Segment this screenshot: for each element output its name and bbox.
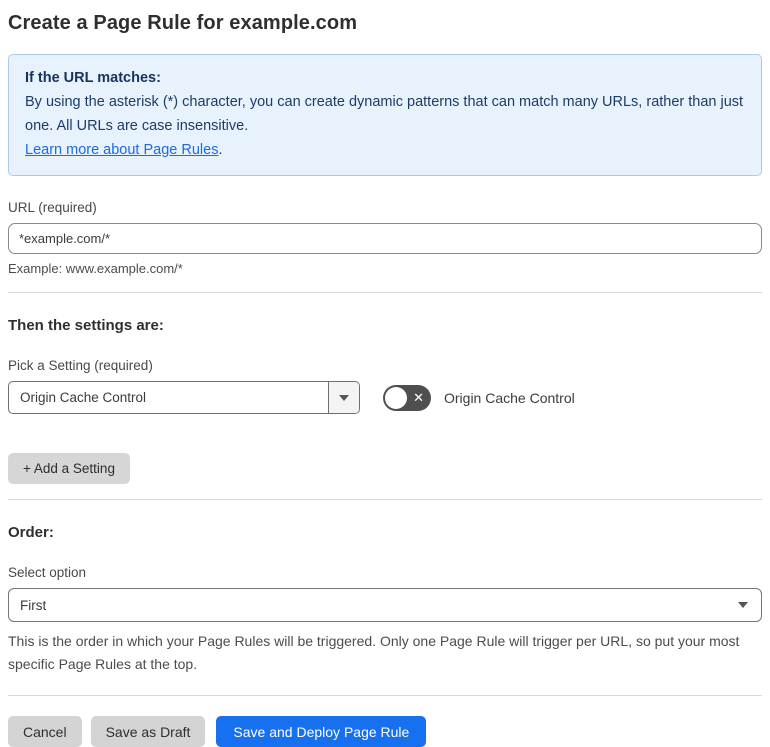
learn-more-link[interactable]: Learn more about Page Rules	[25, 142, 218, 158]
setting-select-caret-button[interactable]	[328, 382, 359, 413]
save-as-draft-button[interactable]: Save as Draft	[90, 716, 206, 747]
setting-select-value: Origin Cache Control	[20, 390, 147, 405]
info-box-heading: If the URL matches:	[25, 70, 161, 86]
settings-section-heading: Then the settings are:	[8, 317, 164, 334]
save-and-deploy-button[interactable]: Save and Deploy Page Rule	[216, 716, 427, 747]
divider	[8, 695, 762, 696]
url-example-helper: Example: www.example.com/*	[8, 261, 183, 276]
create-page-rule-form: Create a Page Rule for example.com If th…	[0, 0, 770, 747]
pick-setting-label: Pick a Setting (required)	[8, 358, 153, 373]
link-suffix: .	[218, 142, 223, 158]
order-select[interactable]: First	[8, 588, 762, 622]
origin-cache-control-toggle[interactable]: ✕	[383, 384, 431, 411]
divider	[8, 292, 762, 293]
info-box-body: By using the asterisk (*) character, you…	[25, 94, 744, 134]
order-section-heading: Order:	[8, 524, 54, 541]
page-title: Create a Page Rule for example.com	[8, 12, 358, 34]
url-match-info-box: If the URL matches: By using the asteris…	[8, 54, 762, 176]
order-select-label: Select option	[8, 565, 87, 580]
cancel-button[interactable]: Cancel	[8, 716, 82, 747]
divider	[8, 499, 762, 500]
toggle-label: Origin Cache Control	[444, 389, 575, 406]
setting-select[interactable]: Origin Cache Control	[8, 381, 360, 414]
toggle-knob	[385, 386, 407, 409]
toggle-off-x-icon: ✕	[413, 389, 424, 405]
chevron-down-icon	[339, 394, 349, 401]
url-field-label: URL (required)	[8, 200, 97, 215]
url-input[interactable]	[8, 223, 762, 254]
chevron-down-icon	[738, 602, 748, 608]
footer-buttons: Cancel Save as Draft Save and Deploy Pag…	[8, 716, 762, 747]
order-select-value: First	[20, 597, 47, 613]
add-setting-button[interactable]: + Add a Setting	[8, 453, 130, 484]
info-box-link-line: Learn more about Page Rules.	[25, 138, 745, 162]
order-helper-text: This is the order in which your Page Rul…	[8, 633, 740, 672]
setting-row: Origin Cache Control ✕ Origin Cache Cont…	[8, 381, 762, 414]
